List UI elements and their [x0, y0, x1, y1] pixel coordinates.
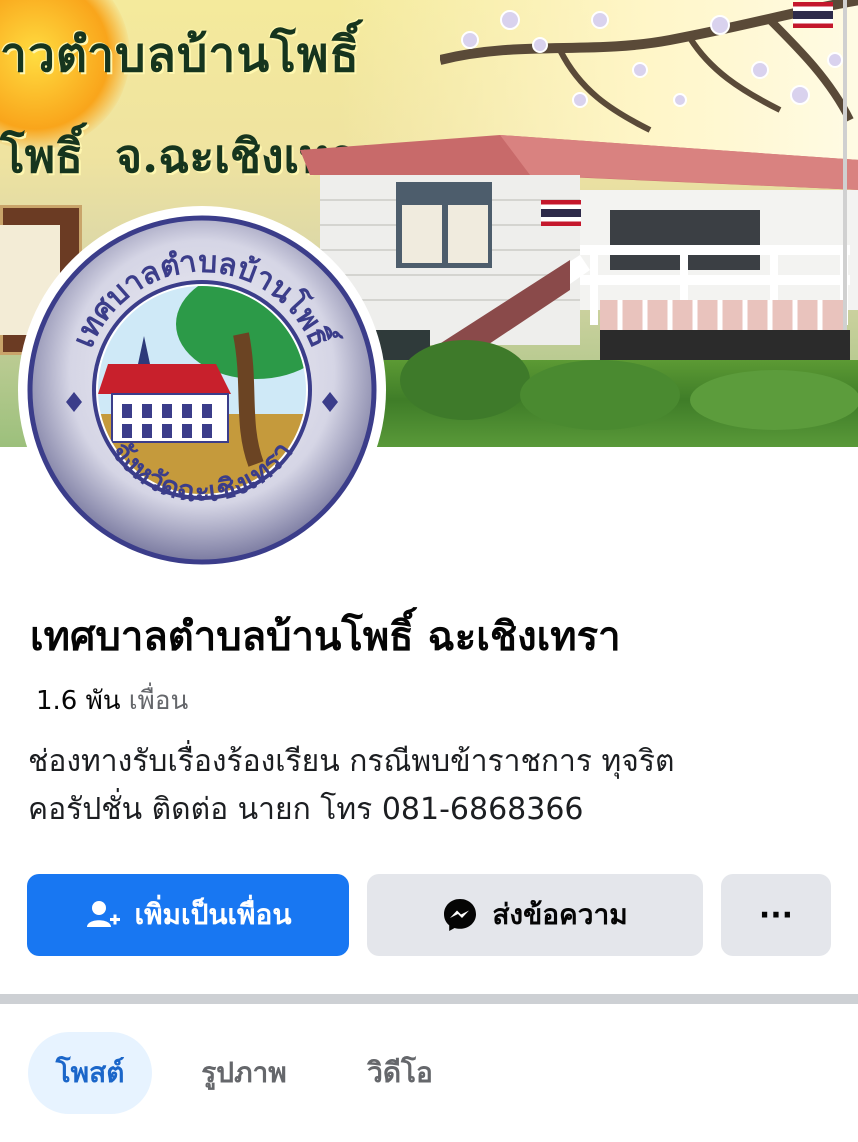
- section-divider: [0, 994, 858, 1004]
- tab-videos[interactable]: วิดีโอ: [338, 1032, 462, 1114]
- page-bio: ช่องทางรับเรื่องร้องเรียน กรณีพบข้าราชกา…: [28, 738, 828, 834]
- bio-line: ช่องทางรับเรื่องร้องเรียน กรณีพบข้าราชกา…: [28, 744, 675, 779]
- tab-photos[interactable]: รูปภาพ: [182, 1032, 306, 1114]
- more-icon: ···: [758, 897, 794, 933]
- page-name: เทศบาลตำบลบ้านโพธิ์ ฉะเชิงเทรา: [30, 614, 621, 660]
- add-friend-icon: [85, 897, 121, 933]
- message-button[interactable]: ส่งข้อความ: [367, 874, 703, 956]
- add-friend-label: เพิ่มเป็นเพื่อน: [134, 898, 292, 931]
- thai-flag: [793, 2, 833, 28]
- cover-banner-title: าวตำบลบ้านโพธิ์: [0, 27, 360, 83]
- friends-count[interactable]: 1.6 พัน เพื่อน: [36, 680, 188, 721]
- bio-line: คอรัปชั่น ติดต่อ นายก โทร 081-6868366: [28, 792, 584, 827]
- profile-picture[interactable]: เทศบาลตำบลบ้านโพธิ์ จังหวัดฉะเชิงเทรา: [26, 214, 378, 566]
- messenger-icon: [442, 897, 478, 933]
- add-friend-button[interactable]: เพิ่มเป็นเพื่อน: [27, 874, 349, 956]
- tab-posts[interactable]: โพสต์: [28, 1032, 152, 1114]
- friends-count-value: 1.6 พัน: [36, 686, 121, 716]
- thai-flag: [541, 200, 581, 226]
- friends-count-label: เพื่อน: [128, 686, 189, 716]
- more-options-button[interactable]: ···: [721, 874, 831, 956]
- message-label: ส่งข้อความ: [492, 898, 628, 931]
